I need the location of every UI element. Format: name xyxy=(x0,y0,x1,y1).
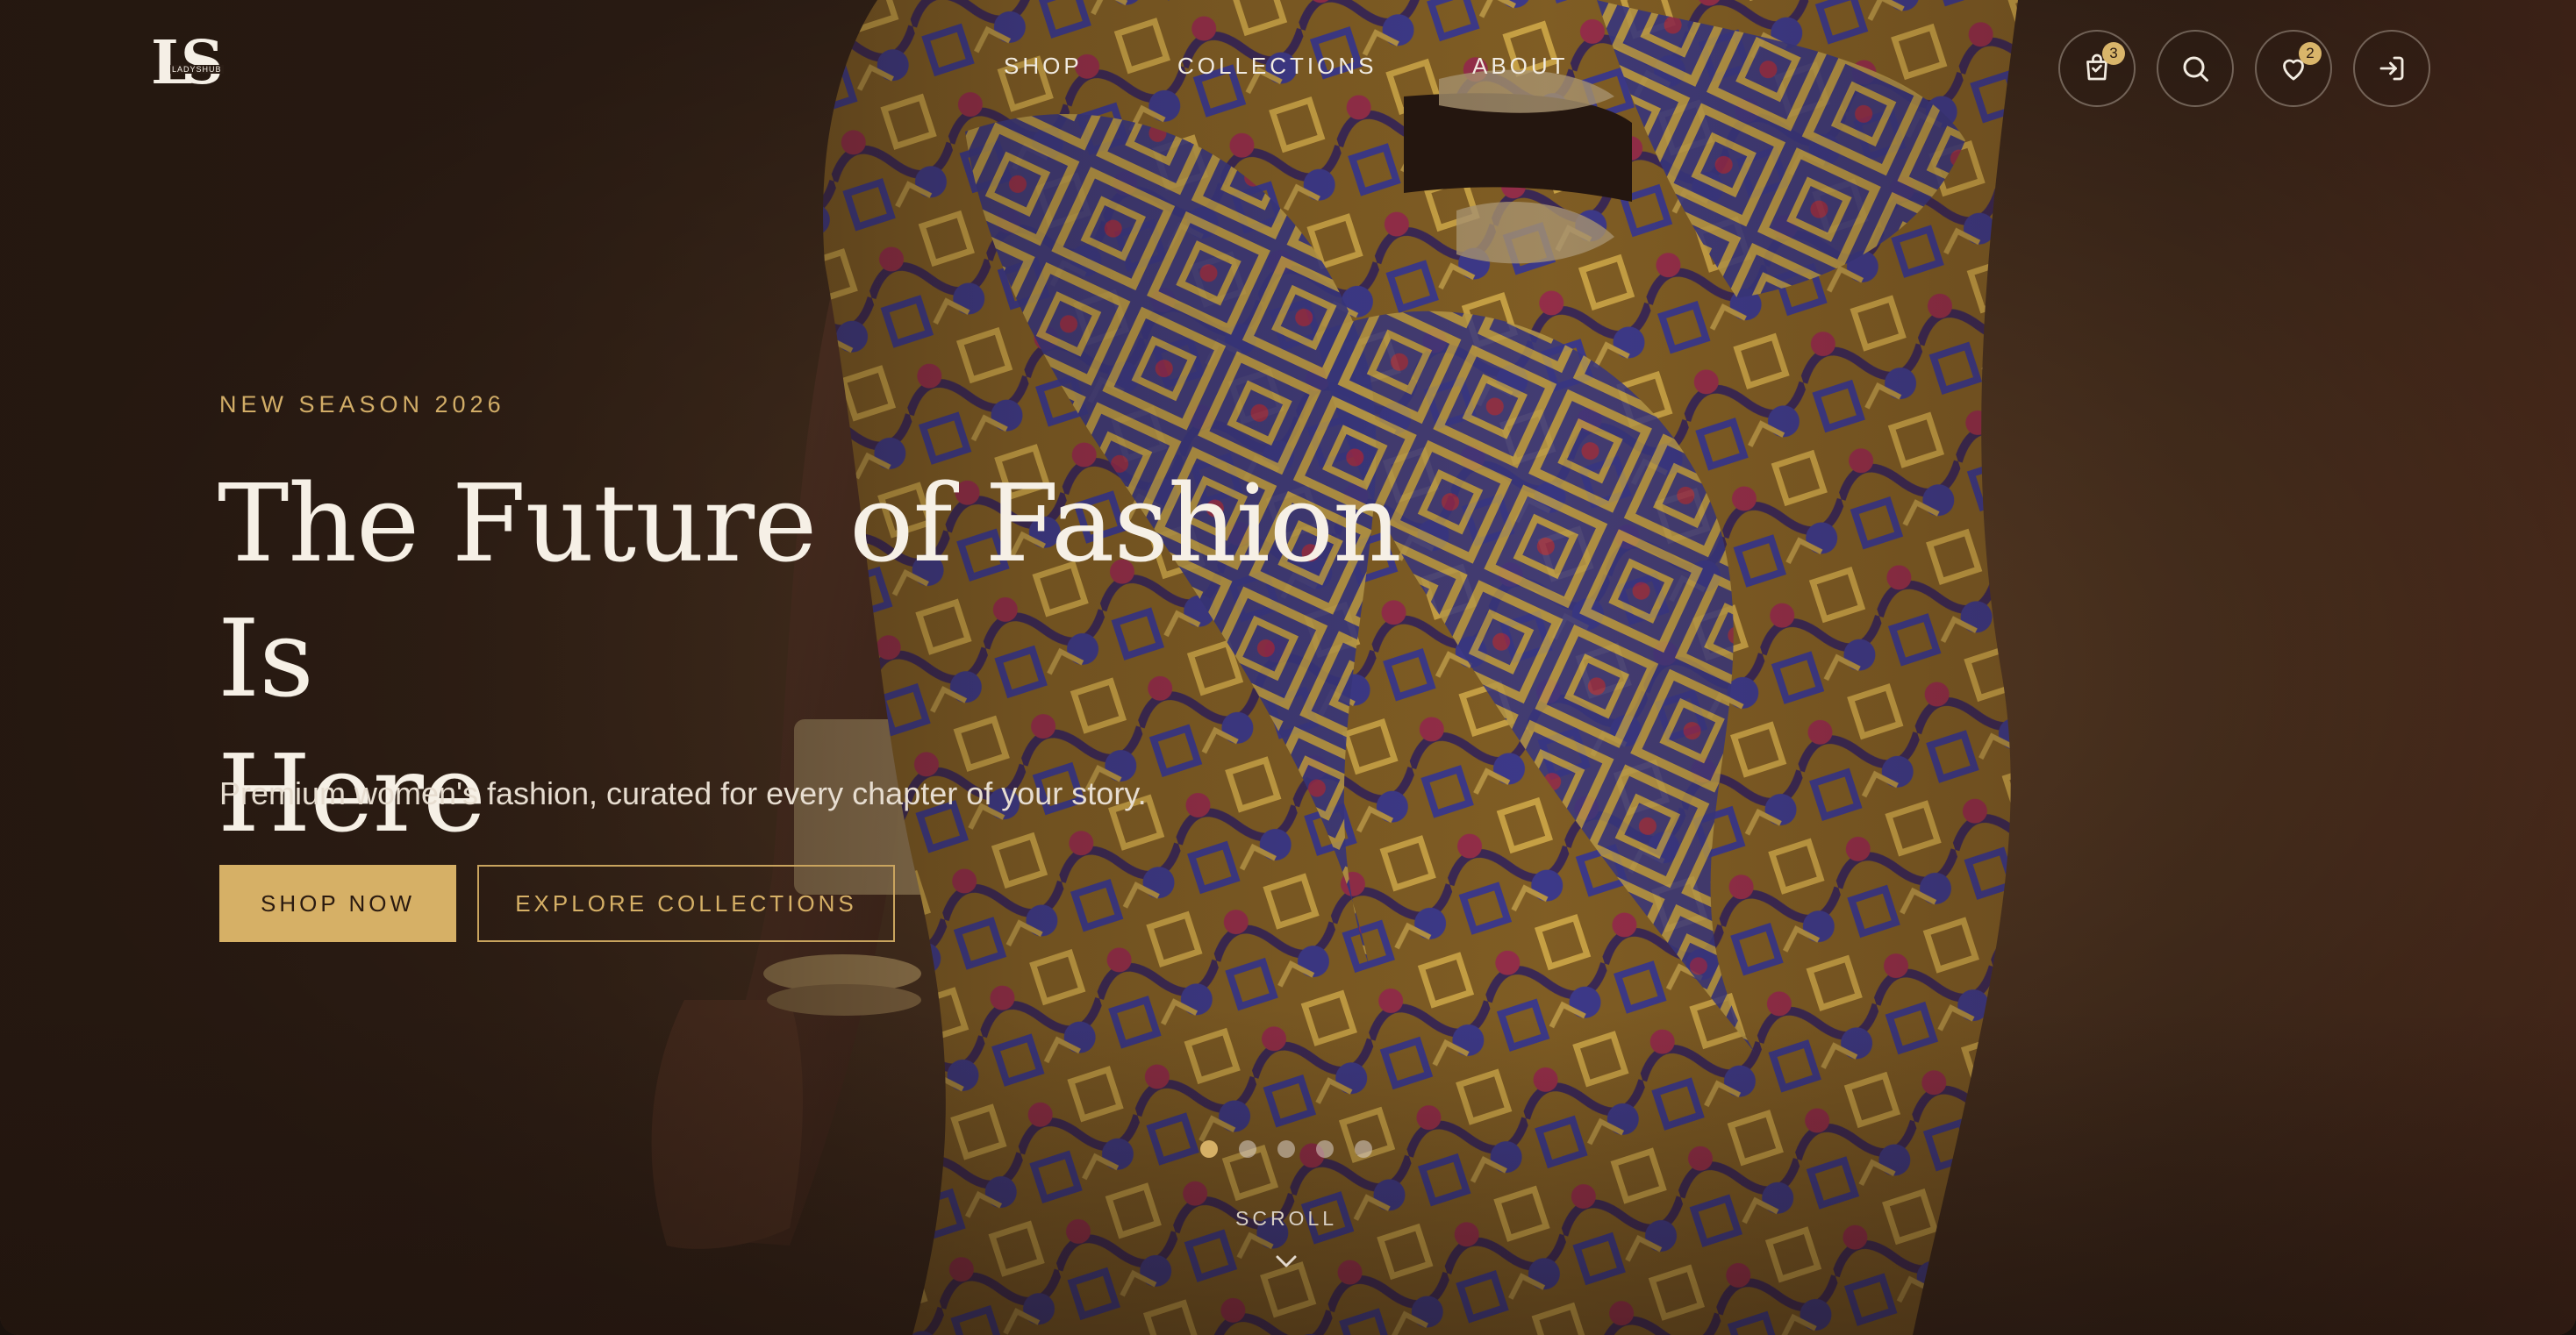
cart-count-badge: 3 xyxy=(2102,42,2125,65)
search-icon xyxy=(2183,56,2208,82)
nav-item-collections[interactable]: COLLECTIONS xyxy=(1177,53,1377,80)
carousel-pagination xyxy=(1200,1140,1372,1158)
login-button[interactable] xyxy=(2353,30,2430,107)
carousel-dot-4[interactable] xyxy=(1316,1140,1334,1158)
carousel-dot-1[interactable] xyxy=(1200,1140,1218,1158)
wishlist-count-badge: 2 xyxy=(2299,42,2322,65)
brand-logo[interactable]: LS LADYSHUB xyxy=(151,33,232,96)
hero-subtitle: Premium women's fashion, curated for eve… xyxy=(219,775,1147,811)
logo-wordmark: LADYSHUB xyxy=(170,65,224,74)
sign-in-icon xyxy=(2379,56,2404,81)
nav-item-shop[interactable]: SHOP xyxy=(1004,53,1083,80)
carousel-dot-5[interactable] xyxy=(1355,1140,1372,1158)
scroll-hint-label[interactable]: SCROLL xyxy=(1235,1207,1337,1231)
chevron-down-icon[interactable] xyxy=(1274,1253,1299,1270)
explore-collections-button[interactable]: EXPLORE COLLECTIONS xyxy=(477,865,895,942)
hero-section: LS LADYSHUB SHOP COLLECTIONS ABOUT 3 2 N… xyxy=(0,0,2576,1335)
search-button[interactable] xyxy=(2157,30,2234,107)
headline-line-1: The Future of Fashion Is xyxy=(218,461,1402,721)
hero-overlay-bottom xyxy=(0,1009,2576,1335)
carousel-dot-2[interactable] xyxy=(1239,1140,1256,1158)
shop-now-button[interactable]: SHOP NOW xyxy=(219,865,456,942)
season-eyebrow: NEW SEASON 2026 xyxy=(219,391,505,418)
wishlist-button[interactable]: 2 xyxy=(2255,30,2332,107)
carousel-dot-3[interactable] xyxy=(1277,1140,1295,1158)
logo-mark: LS xyxy=(151,28,224,98)
nav-item-about[interactable]: ABOUT xyxy=(1472,53,1569,80)
cart-button[interactable]: 3 xyxy=(2058,30,2136,107)
